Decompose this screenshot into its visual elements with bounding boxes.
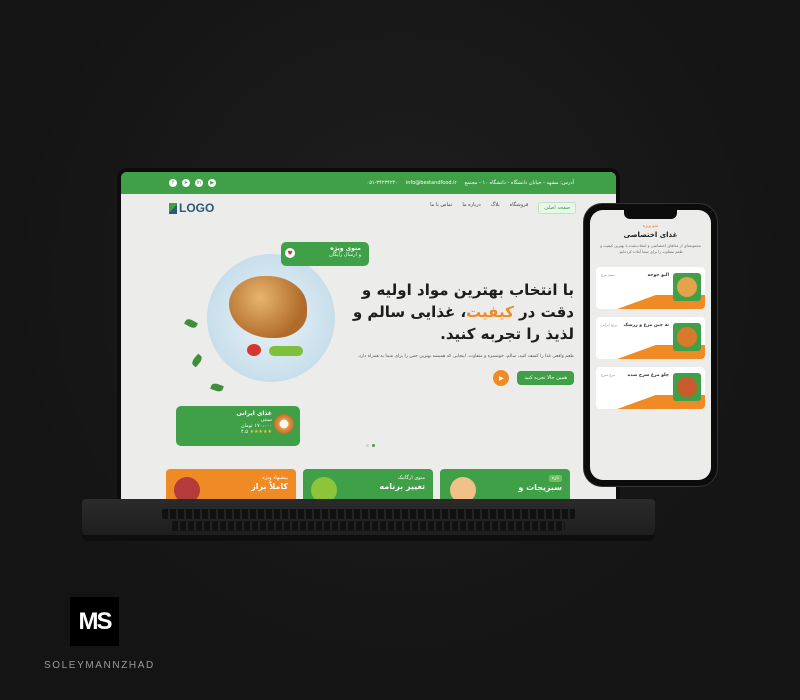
tomato-garnish [247, 344, 261, 356]
youtube-icon[interactable]: ▶ [208, 179, 216, 187]
special-menu-badge[interactable]: منوی ویژه و ارسال رایگان ♥ [281, 242, 369, 266]
promo-image [311, 477, 337, 501]
hero-title-highlight: کیفیت [466, 302, 514, 321]
nav-item-home[interactable]: صفحه اصلی [538, 202, 576, 214]
site-logo[interactable]: LOGO [169, 201, 214, 215]
menu-item-price: ۱۴۰ تومان [601, 401, 618, 407]
keyboard-row [172, 521, 565, 531]
phone-description: مجموعه‌ای از غذاهای اختصاصی و انتخاب‌شده… [600, 243, 701, 255]
menu-item-thumbnail [673, 373, 701, 402]
phone-text[interactable]: ۰۵۱-۳۴۲۳۴۲۴۰ [367, 180, 398, 186]
social-links: f ➤ in ▶ [169, 179, 216, 187]
food-thumbnail [274, 414, 294, 434]
menu-item-price: ۱۴۰ تومان [601, 301, 618, 307]
menu-item-thumbnail [673, 323, 701, 352]
email-text[interactable]: info@bestandfood.ir [406, 180, 457, 186]
hero-title: با انتخاب بهترین مواد اولیه و دقت در کیف… [324, 280, 574, 345]
hero-text: با انتخاب بهترین مواد اولیه و دقت در کیف… [324, 280, 574, 387]
food-icon [677, 327, 697, 348]
special-subtitle: و ارسال رایگان [329, 252, 361, 258]
main-menu: صفحه اصلی فروشگاه بلاگ درباره ما تماس با… [430, 202, 576, 214]
vegetable-garnish [269, 346, 303, 356]
menu-item-card[interactable]: چلو مرغ سرخ شده مرغ سرخ ۱۴۰ تومان [596, 367, 705, 410]
menu-item-detail: مرغ سرخ [601, 373, 616, 378]
promo-card[interactable]: پیشنهاد ویژه کاملاً براز [166, 469, 296, 501]
menu-item-card[interactable]: ته چین مرغ و زرشک برنج ایرانی ۱۴۰ تومان [596, 317, 705, 360]
slider-dot-active[interactable] [372, 444, 375, 447]
food-card-title: غذای ایرانی [236, 410, 272, 417]
promo-image [450, 477, 476, 501]
play-icon[interactable]: ▶ [493, 370, 510, 387]
phone-mockup: منو ویژه غذای اختصاصی مجموعه‌ای از غذاها… [584, 204, 717, 486]
address-text: آدرس: مشهد - خیابان دانشگاه - دانشگاه ۱۰… [464, 180, 574, 186]
laptop-edge [82, 535, 655, 541]
menu-item-thumbnail [673, 273, 701, 302]
menu-item-price: ۱۴۰ تومان [601, 351, 618, 357]
top-bar: f ➤ in ▶ آدرس: مشهد - خیابان دانشگاه - د… [121, 172, 616, 194]
facebook-icon[interactable]: f [169, 179, 177, 187]
food-card[interactable]: غذای ایرانی سنتی ۱۷۰،۰۰۰ تومان ★★★★★ ۴.۵ [176, 406, 300, 446]
hero-actions: همین حالا تجربه کنید ▶ [324, 370, 574, 387]
promo-card[interactable]: منوی ارگانیک تغییر برنامه [303, 469, 433, 501]
leaf-icon [184, 317, 198, 330]
hero-description: طعم واقعی غذا را کشف کنید، سالم، خوشمزه … [357, 354, 574, 360]
menu-item-name: الیو جوجه [647, 273, 670, 279]
nav-item-about[interactable]: درباره ما [462, 202, 480, 214]
phone-notch [624, 210, 677, 219]
heart-icon[interactable]: ♥ [285, 248, 295, 258]
brand-name: SOLEYMANNZHAD [44, 660, 155, 671]
promo-card[interactable]: تازه سبزیجات و [440, 469, 570, 501]
food-card-rating: ۴.۵ [241, 429, 248, 435]
try-now-button[interactable]: همین حالا تجربه کنید [517, 371, 574, 386]
nav-item-blog[interactable]: بلاگ [491, 202, 500, 214]
laptop-base [82, 499, 655, 541]
star-rating-icon: ★★★★★ [249, 429, 272, 435]
leaf-icon [210, 382, 224, 393]
contact-info: آدرس: مشهد - خیابان دانشگاه - دانشگاه ۱۰… [367, 180, 574, 186]
logo-icon [169, 202, 177, 214]
menu-item-name: چلو مرغ سرخ شده [627, 373, 669, 379]
phone-kicker: منو ویژه [642, 224, 659, 229]
special-title: منوی ویژه [330, 245, 361, 252]
mockup-stage: f ➤ in ▶ آدرس: مشهد - خیابان دانشگاه - د… [0, 0, 800, 700]
laptop-screen: f ➤ in ▶ آدرس: مشهد - خیابان دانشگاه - د… [117, 168, 620, 501]
menu-item-card[interactable]: الیو جوجه سینه مرغ ۱۴۰ تومان [596, 267, 705, 310]
promo-image [174, 477, 200, 501]
nav-item-shop[interactable]: فروشگاه [510, 202, 529, 214]
linkedin-icon[interactable]: in [195, 179, 203, 187]
phone-screen: منو ویژه غذای اختصاصی مجموعه‌ای از غذاها… [590, 210, 711, 480]
food-icon [677, 277, 697, 298]
keyboard-row [162, 509, 575, 519]
website: f ➤ in ▶ آدرس: مشهد - خیابان دانشگاه - د… [121, 172, 616, 501]
food-icon [677, 377, 697, 398]
slider-dot[interactable] [366, 444, 369, 447]
menu-item-detail: سینه مرغ [601, 273, 615, 278]
navbar: LOGO صفحه اصلی فروشگاه بلاگ درباره ما تم… [121, 194, 616, 222]
brand-logo: MS [70, 597, 119, 646]
leaf-icon [190, 353, 204, 368]
slider-dots [366, 444, 375, 447]
menu-item-detail: برنج ایرانی [601, 323, 617, 328]
logo-text: LOGO [179, 201, 215, 215]
telegram-icon[interactable]: ➤ [182, 179, 190, 187]
menu-item-name: ته چین مرغ و زرشک [623, 323, 670, 329]
nav-item-contact[interactable]: تماس با ما [430, 202, 452, 214]
phone-title: غذای اختصاصی [623, 231, 678, 239]
roast-chicken [229, 276, 307, 338]
hero-food-image [207, 254, 335, 382]
promo-tag: تازه [548, 475, 562, 482]
